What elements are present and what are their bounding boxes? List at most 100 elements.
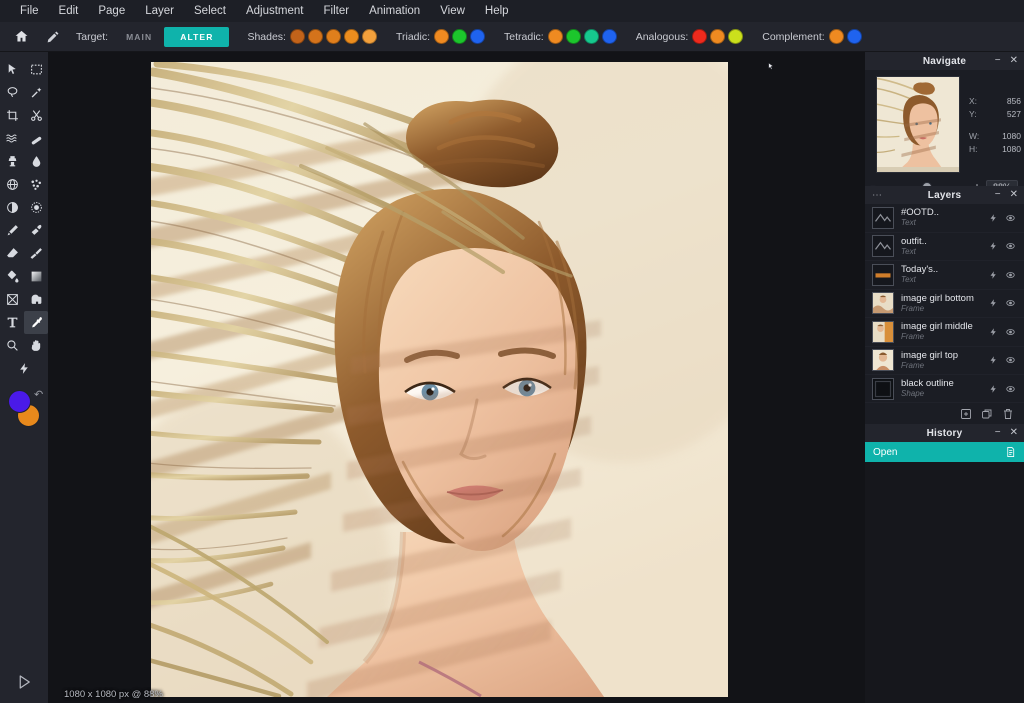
triadic-swatch-2[interactable] bbox=[452, 29, 468, 44]
table-row[interactable]: #OOTD.. Text bbox=[865, 204, 1024, 233]
table-row[interactable]: outfit.. Text bbox=[865, 233, 1024, 261]
smudge-tool[interactable] bbox=[24, 242, 48, 265]
contrast-tool[interactable] bbox=[0, 196, 24, 219]
menu-item-page[interactable]: Page bbox=[88, 0, 135, 22]
layers-list[interactable]: #OOTD.. Text outfit.. Text Today's.. Tex… bbox=[865, 204, 1024, 402]
paint-bucket-tool[interactable] bbox=[0, 265, 24, 288]
tetradic-swatch-4[interactable] bbox=[601, 29, 617, 44]
gradient-tool[interactable] bbox=[24, 265, 48, 288]
analogous-swatch-2[interactable] bbox=[710, 29, 726, 44]
move-tool[interactable] bbox=[0, 58, 24, 81]
triadic-swatch-3[interactable] bbox=[470, 29, 486, 44]
hand-tool[interactable] bbox=[24, 334, 48, 357]
menu-item-layer[interactable]: Layer bbox=[135, 0, 184, 22]
play-icon[interactable] bbox=[0, 661, 48, 703]
crop-tool[interactable] bbox=[0, 104, 24, 127]
magic-wand-tool[interactable] bbox=[24, 81, 48, 104]
target-main-button[interactable]: MAIN bbox=[114, 28, 164, 46]
effects-icon[interactable] bbox=[989, 241, 998, 251]
pen-icon[interactable] bbox=[40, 24, 66, 50]
menu-item-select[interactable]: Select bbox=[184, 0, 236, 22]
triadic-swatch-1[interactable] bbox=[434, 29, 450, 44]
canvas-area[interactable]: 1080 x 1080 px @ 88% bbox=[48, 52, 865, 703]
layers-minimize-icon[interactable]: − bbox=[995, 190, 1001, 200]
more-options-icon[interactable]: ⋯ bbox=[872, 190, 883, 201]
text-tool[interactable] bbox=[0, 311, 24, 334]
delete-layer-icon[interactable] bbox=[1002, 408, 1014, 420]
eye-icon[interactable] bbox=[1005, 384, 1016, 394]
tetradic-swatch-2[interactable] bbox=[565, 29, 581, 44]
transform-tool[interactable] bbox=[0, 288, 24, 311]
effects-icon[interactable] bbox=[989, 298, 998, 308]
zoom-tool[interactable] bbox=[0, 334, 24, 357]
tetradic-swatch-3[interactable] bbox=[583, 29, 599, 44]
tetradic-swatch-1[interactable] bbox=[547, 29, 563, 44]
effects-icon[interactable] bbox=[989, 213, 998, 223]
eye-icon[interactable] bbox=[1005, 327, 1016, 337]
eye-icon[interactable] bbox=[1005, 270, 1016, 280]
shades-swatch-4[interactable] bbox=[343, 29, 359, 44]
table-row[interactable]: Today's.. Text bbox=[865, 261, 1024, 290]
effects-icon[interactable] bbox=[989, 355, 998, 365]
triadic-swatch-group: Triadic: bbox=[390, 29, 488, 44]
layer-name: image girl bottom bbox=[901, 292, 974, 304]
effects-icon[interactable] bbox=[989, 384, 998, 394]
shades-swatch-5[interactable] bbox=[361, 29, 377, 44]
eraser-tool[interactable] bbox=[24, 127, 48, 150]
liquify-tool[interactable] bbox=[0, 127, 24, 150]
menu-item-help[interactable]: Help bbox=[475, 0, 519, 22]
table-row[interactable]: black outline Shape bbox=[865, 375, 1024, 402]
navigate-minimize-icon[interactable]: − bbox=[995, 56, 1001, 66]
scissors-tool[interactable] bbox=[24, 104, 48, 127]
menu-item-filter[interactable]: Filter bbox=[314, 0, 360, 22]
eye-icon[interactable] bbox=[1005, 213, 1016, 223]
particles-tool[interactable] bbox=[24, 173, 48, 196]
shades-swatch-2[interactable] bbox=[307, 29, 323, 44]
duplicate-layer-icon[interactable] bbox=[981, 408, 993, 420]
swap-colors-icon[interactable]: ↶ bbox=[34, 388, 43, 401]
eye-icon[interactable] bbox=[1005, 298, 1016, 308]
menu-item-view[interactable]: View bbox=[430, 0, 475, 22]
menu-item-edit[interactable]: Edit bbox=[49, 0, 89, 22]
complement-swatch-1[interactable] bbox=[828, 29, 844, 44]
clone-stamp-tool[interactable] bbox=[0, 150, 24, 173]
table-row[interactable]: image girl top Frame bbox=[865, 347, 1024, 375]
history-minimize-icon[interactable]: − bbox=[995, 428, 1001, 438]
globe-tool[interactable] bbox=[0, 173, 24, 196]
menu-item-adjustment[interactable]: Adjustment bbox=[236, 0, 314, 22]
menu-item-file[interactable]: File bbox=[10, 0, 49, 22]
eye-icon[interactable] bbox=[1005, 241, 1016, 251]
effects-icon[interactable] bbox=[989, 327, 998, 337]
lasso-tool[interactable] bbox=[0, 81, 24, 104]
eraser-block-tool[interactable] bbox=[0, 242, 24, 265]
eyedropper-tool[interactable] bbox=[24, 311, 48, 334]
home-icon[interactable] bbox=[8, 24, 34, 50]
list-item[interactable]: Open bbox=[865, 442, 1024, 462]
table-row[interactable]: image girl bottom Frame bbox=[865, 290, 1024, 318]
target-alter-button[interactable]: ALTER bbox=[164, 26, 230, 47]
analogous-swatch-3[interactable] bbox=[728, 29, 744, 44]
marquee-select-tool[interactable] bbox=[24, 58, 48, 81]
effects-icon[interactable] bbox=[989, 270, 998, 280]
brush-tool[interactable] bbox=[0, 219, 24, 242]
menu-item-animation[interactable]: Animation bbox=[359, 0, 430, 22]
document-canvas[interactable] bbox=[151, 62, 728, 697]
shades-swatch-1[interactable] bbox=[289, 29, 305, 44]
navigate-thumbnail[interactable] bbox=[876, 76, 960, 173]
analogous-swatch-1[interactable] bbox=[692, 29, 708, 44]
foreground-color-swatch[interactable] bbox=[8, 390, 31, 413]
paintbrush-tool[interactable] bbox=[24, 219, 48, 242]
history-close-icon[interactable]: ✕ bbox=[1010, 428, 1018, 438]
layers-close-icon[interactable]: ✕ bbox=[1010, 190, 1018, 200]
shades-swatch-3[interactable] bbox=[325, 29, 341, 44]
table-row[interactable]: image girl middle Frame bbox=[865, 318, 1024, 347]
blur-drop-tool[interactable] bbox=[24, 150, 48, 173]
shape-tool[interactable] bbox=[24, 288, 48, 311]
navigate-close-icon[interactable]: ✕ bbox=[1010, 56, 1018, 66]
effects-tool[interactable] bbox=[12, 357, 36, 380]
complement-swatch-2[interactable] bbox=[846, 29, 862, 44]
history-list: Open bbox=[865, 442, 1024, 462]
eye-icon[interactable] bbox=[1005, 355, 1016, 365]
add-layer-icon[interactable] bbox=[960, 408, 972, 420]
radial-tool[interactable] bbox=[24, 196, 48, 219]
